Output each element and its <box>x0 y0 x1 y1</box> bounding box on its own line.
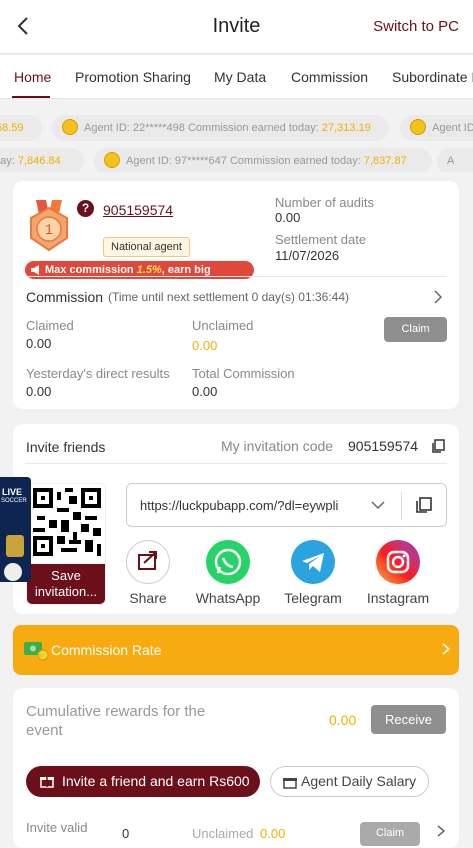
top-bar: Invite Switch to PC <box>0 0 473 54</box>
invitation-link-text: https://luckpubapp.com/?dl=eywpli <box>140 498 339 513</box>
trophy-icon <box>6 535 24 557</box>
ticker-item: day: 7,846.84 <box>0 148 84 172</box>
share-icon <box>126 540 170 584</box>
unclaimed-label: Unclaimed <box>192 318 254 333</box>
ticker-item: 58.59 <box>0 115 42 141</box>
tab-subordinate[interactable]: Subordinate I <box>392 69 473 85</box>
coin-icon <box>62 119 78 136</box>
active-tab-indicator <box>12 96 50 98</box>
ticker-item: Agent ID <box>400 115 473 141</box>
whatsapp-button[interactable]: WhatsApp <box>194 540 262 606</box>
whatsapp-icon <box>206 540 250 584</box>
invitation-code-label: My invitation code <box>221 438 334 454</box>
ticker-item: Agent ID: 97*****647 Commission earned t… <box>94 148 432 172</box>
commission-label: Commission <box>26 289 104 305</box>
level-number: 1 <box>45 221 53 237</box>
invitation-code-value: 905159574 <box>348 438 419 454</box>
telegram-icon <box>291 540 335 584</box>
gift-icon <box>283 778 297 789</box>
invite-valid-value: 0 <box>122 826 130 841</box>
live-soccer-banner[interactable]: LIVE SOCCER <box>0 477 31 582</box>
agent-id[interactable]: 905159574 <box>103 202 173 218</box>
unclaimed-value: 0.00 <box>192 338 218 353</box>
agent-daily-salary-button[interactable]: Agent Daily Salary <box>270 766 429 797</box>
audits-label: Number of audits <box>275 195 374 210</box>
rewards-claim-button[interactable]: Claim <box>360 822 420 846</box>
invite-friend-earn-button[interactable]: Invite a friend and earn Rs600 <box>26 766 260 797</box>
yesterday-results-label: Yesterday's direct results <box>26 366 170 381</box>
copy-link-icon[interactable] <box>415 496 433 514</box>
tab-promotion-sharing[interactable]: Promotion Sharing <box>75 69 191 85</box>
ball-icon <box>4 563 22 581</box>
copy-code-icon[interactable] <box>431 439 445 454</box>
chevron-right-icon <box>442 643 451 655</box>
claimed-value: 0.00 <box>26 336 52 351</box>
settlement-label: Settlement date <box>275 232 367 247</box>
soccer-label: SOCCER <box>1 498 27 504</box>
divider <box>25 463 447 464</box>
commission-ticker: 58.59 Agent ID: 22*****498 Commission ea… <box>0 112 473 172</box>
tab-bar: Home Promotion Sharing My Data Commissio… <box>0 55 473 99</box>
commission-rate-bar[interactable]: Commission Rate <box>13 625 459 675</box>
yesterday-results-value: 0.00 <box>26 384 52 399</box>
coin-icon <box>410 119 426 136</box>
level-medal-icon: 1 <box>30 200 68 252</box>
invite-friends-title: Invite friends <box>26 439 106 455</box>
save-invitation-button[interactable]: Save invitation... <box>27 564 105 604</box>
invite-valid-label: Invite valid <box>26 820 88 835</box>
cumulative-rewards-value: 0.00 <box>329 712 357 728</box>
ticker-item: A <box>437 148 473 172</box>
total-commission-value: 0.00 <box>192 384 218 399</box>
commission-rate-label: Commission Rate <box>51 642 162 658</box>
tab-commission[interactable]: Commission <box>291 69 368 85</box>
help-icon[interactable]: ? <box>77 200 94 217</box>
chevron-right-icon[interactable] <box>432 289 444 305</box>
divider <box>401 492 402 520</box>
receive-button[interactable]: Receive <box>371 705 446 734</box>
money-icon <box>24 642 49 661</box>
ticker-item: Agent ID: 22*****498 Commission earned t… <box>52 115 389 141</box>
rewards-unclaimed-label: Unclaimed <box>192 826 254 841</box>
cumulative-rewards-label: Cumulative rewards for the event <box>26 703 206 739</box>
audits-value: 0.00 <box>275 210 301 225</box>
invitation-link-field[interactable]: https://luckpubapp.com/?dl=eywpli <box>126 483 447 527</box>
share-button[interactable]: Share <box>126 540 170 606</box>
claimed-label: Claimed <box>26 318 74 333</box>
gift-icon <box>40 777 54 788</box>
instagram-button[interactable]: Instagram <box>365 540 431 606</box>
telegram-button[interactable]: Telegram <box>283 540 343 606</box>
total-commission-label: Total Commission <box>192 366 295 381</box>
soccer-live-label: LIVE <box>2 487 23 497</box>
divider <box>25 276 447 277</box>
megaphone-icon <box>31 265 39 275</box>
chevron-down-icon[interactable] <box>370 499 386 511</box>
tab-home[interactable]: Home <box>14 69 51 85</box>
commission-countdown: (Time until next settlement 0 day(s) 01:… <box>108 290 349 304</box>
tab-my-data[interactable]: My Data <box>214 69 266 85</box>
qr-poster[interactable]: Save invitation... <box>26 483 106 605</box>
coin-icon <box>104 152 120 169</box>
switch-to-pc-link[interactable]: Switch to PC <box>373 18 459 35</box>
settlement-value: 11/07/2026 <box>275 248 340 263</box>
agent-type-badge: National agent <box>103 237 190 257</box>
rewards-unclaimed-value: 0.00 <box>260 826 286 841</box>
instagram-icon <box>376 540 420 584</box>
claim-button[interactable]: Claim <box>384 317 447 342</box>
qr-code-icon <box>33 488 101 556</box>
